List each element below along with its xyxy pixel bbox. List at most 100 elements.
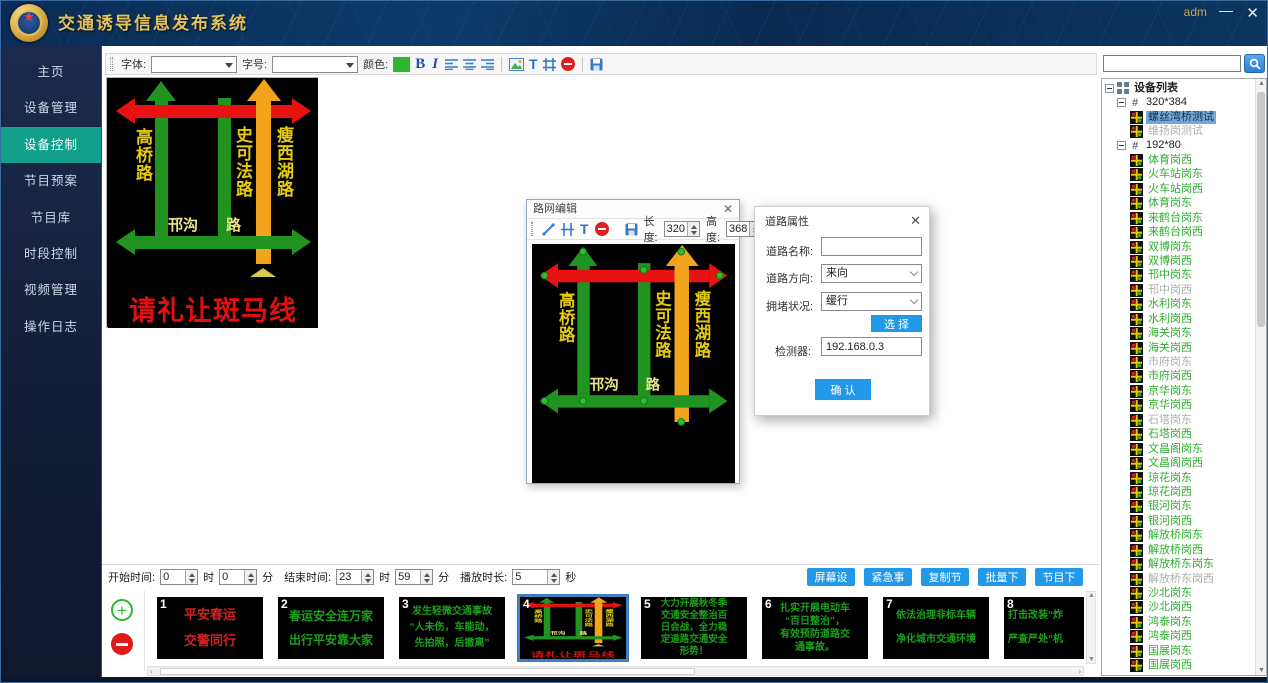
logged-in-user[interactable]: adm — [1184, 5, 1207, 19]
text-tool-icon[interactable]: T — [580, 220, 589, 238]
start-hour-spinner[interactable]: 0 — [160, 569, 198, 585]
insert-image-icon[interactable] — [509, 55, 524, 73]
tree-collapse-icon[interactable] — [1105, 84, 1114, 93]
align-center-icon[interactable] — [463, 55, 476, 73]
length-spinner[interactable]: 320 — [664, 221, 700, 237]
road-tool-icon[interactable] — [543, 55, 556, 73]
tree-item[interactable]: 320*384 — [1102, 95, 1266, 109]
close-icon[interactable]: ✕ — [910, 213, 921, 229]
congestion-select[interactable]: 缓行 — [821, 292, 922, 311]
tree-scrollbar[interactable]: ▲ ▼ — [1255, 79, 1266, 675]
tree-item[interactable]: 京华岗东 — [1102, 384, 1266, 398]
tree-item[interactable]: 国展岗东 — [1102, 644, 1266, 658]
select-button[interactable]: 选 择 — [871, 315, 922, 332]
tree-collapse-icon[interactable] — [1117, 141, 1126, 150]
add-page-button[interactable]: + — [111, 599, 133, 621]
scroll-right-icon[interactable]: › — [1078, 667, 1081, 676]
tree-item[interactable]: 来鹤台岗西 — [1102, 225, 1266, 239]
batch-send-button[interactable]: 批量下发 — [978, 568, 1026, 586]
tree-item[interactable]: 邗中岗东 — [1102, 269, 1266, 283]
scrollbar-thumb[interactable] — [1257, 92, 1265, 327]
tree-item[interactable]: 琼花岗西 — [1102, 485, 1266, 499]
scroll-up-icon[interactable]: ▲ — [1088, 592, 1095, 599]
tree-item[interactable]: 来鹤台岗东 — [1102, 211, 1266, 225]
confirm-button[interactable]: 确 认 — [815, 379, 871, 400]
duration-spinner[interactable]: 5 — [512, 569, 560, 585]
menu-item-program-plan[interactable]: 节目预案 — [1, 163, 101, 199]
tree-collapse-icon[interactable] — [1117, 98, 1126, 107]
start-minute-spinner[interactable]: 0 — [219, 569, 257, 585]
delete-tool-icon[interactable] — [595, 220, 609, 238]
tree-item[interactable]: 维扬岗测试 — [1102, 124, 1266, 138]
tree-item[interactable]: 邗中岗西 — [1102, 283, 1266, 297]
align-right-icon[interactable] — [481, 55, 494, 73]
end-hour-spinner[interactable]: 23 — [336, 569, 374, 585]
tree-item[interactable]: 鸿泰岗东 — [1102, 615, 1266, 629]
text-tool-icon[interactable]: T — [529, 55, 538, 73]
dialog-title-bar[interactable]: 路网编辑 ✕ — [527, 200, 739, 218]
toolbar-grip[interactable] — [531, 222, 533, 236]
tree-item[interactable]: 石塔岗西 — [1102, 428, 1266, 442]
edit-handle[interactable] — [640, 266, 648, 274]
editor-canvas[interactable]: 高桥路 史可法路 瘦西湖路 邗沟 路 — [532, 244, 735, 483]
tree-item[interactable]: 海关岗东 — [1102, 326, 1266, 340]
edit-handle[interactable] — [541, 397, 549, 405]
draw-line-icon[interactable] — [542, 220, 555, 238]
tree-item[interactable]: 琼花岗东 — [1102, 471, 1266, 485]
playlist-item-7[interactable]: 7 依法治理非标车辆 净化城市交通环境 — [883, 597, 989, 659]
playlist-item-2[interactable]: 2 春运安全连万家 出行平安靠大家 — [278, 597, 384, 659]
minimize-button[interactable]: — — [1219, 2, 1233, 18]
scroll-down-icon[interactable]: ▼ — [1088, 656, 1095, 663]
color-swatch[interactable] — [393, 57, 410, 72]
menu-item-device-control[interactable]: 设备控制 — [1, 127, 101, 163]
tree-item[interactable]: 双博岗西 — [1102, 254, 1266, 268]
tree-item[interactable]: 水利岗西 — [1102, 312, 1266, 326]
tree-item[interactable]: 双博岗东 — [1102, 240, 1266, 254]
edit-handle[interactable] — [579, 397, 587, 405]
menu-item-video-management[interactable]: 视频管理 — [1, 272, 101, 308]
menu-item-time-control[interactable]: 时段控制 — [1, 236, 101, 272]
edit-handle[interactable] — [579, 248, 587, 256]
tree-item[interactable]: 京华岗西 — [1102, 399, 1266, 413]
tree-item[interactable]: 192*80 — [1102, 139, 1266, 153]
scroll-down-icon[interactable]: ▼ — [1258, 667, 1265, 674]
font-select[interactable] — [151, 56, 237, 73]
delete-tool-icon[interactable] — [561, 55, 575, 73]
align-left-icon[interactable] — [445, 55, 458, 73]
menu-item-program-library[interactable]: 节目库 — [1, 200, 101, 236]
bold-button[interactable]: B — [415, 55, 425, 73]
tree-item[interactable]: 文昌阁岗西 — [1102, 456, 1266, 470]
send-program-button[interactable]: 节目下发 — [1035, 568, 1083, 586]
tree-item[interactable]: 银河岗东 — [1102, 500, 1266, 514]
playlist-item-3[interactable]: 3 发生轻微交通事故 “人未伤，车能动， 先拍照，后撤离” — [399, 597, 505, 659]
save-icon[interactable] — [625, 220, 638, 238]
edit-handle[interactable] — [677, 248, 685, 256]
tree-item[interactable]: 设备列表 — [1102, 81, 1266, 95]
screen-settings-button[interactable]: 屏幕设置 — [807, 568, 855, 586]
menu-item-home[interactable]: 主页 — [1, 54, 101, 90]
tree-item[interactable]: 市府岗东 — [1102, 355, 1266, 369]
detector-input[interactable] — [821, 337, 922, 356]
menu-item-device-management[interactable]: 设备管理 — [1, 90, 101, 126]
playlist-item-4-selected[interactable]: 4 — [520, 597, 626, 659]
italic-button[interactable]: I — [430, 55, 440, 73]
tree-item[interactable]: 海关岗西 — [1102, 341, 1266, 355]
edit-handle[interactable] — [541, 272, 549, 280]
playlist-item-1[interactable]: 1 平安春运 交警同行 — [157, 597, 263, 659]
tree-item[interactable]: 螺丝湾桥测试 — [1102, 110, 1266, 124]
edit-handle[interactable] — [640, 397, 648, 405]
led-preview-canvas[interactable]: 高桥路 史可法路 瘦西湖路 邗沟 路 请礼让斑马线 — [106, 77, 318, 328]
scroll-left-icon[interactable]: ‹ — [150, 667, 153, 676]
playlist-item-8[interactable]: 8 打击改装“炸 严查严处“机 — [1004, 597, 1084, 659]
tree-item[interactable]: 解放桥东岗东 — [1102, 557, 1266, 571]
edit-handle[interactable] — [677, 418, 685, 426]
tree-item[interactable]: 国展岗西 — [1102, 659, 1266, 673]
tree-item[interactable]: 火车站岗西 — [1102, 182, 1266, 196]
end-minute-spinner[interactable]: 59 — [395, 569, 433, 585]
scrollbar-thumb[interactable] — [160, 668, 695, 675]
menu-item-operation-log[interactable]: 操作日志 — [1, 309, 101, 345]
tree-item[interactable]: 鸿泰岗西 — [1102, 630, 1266, 644]
road-direction-select[interactable]: 来向 — [821, 264, 922, 283]
tree-item[interactable]: 文昌阁岗东 — [1102, 442, 1266, 456]
road-tool-icon[interactable] — [561, 220, 574, 238]
